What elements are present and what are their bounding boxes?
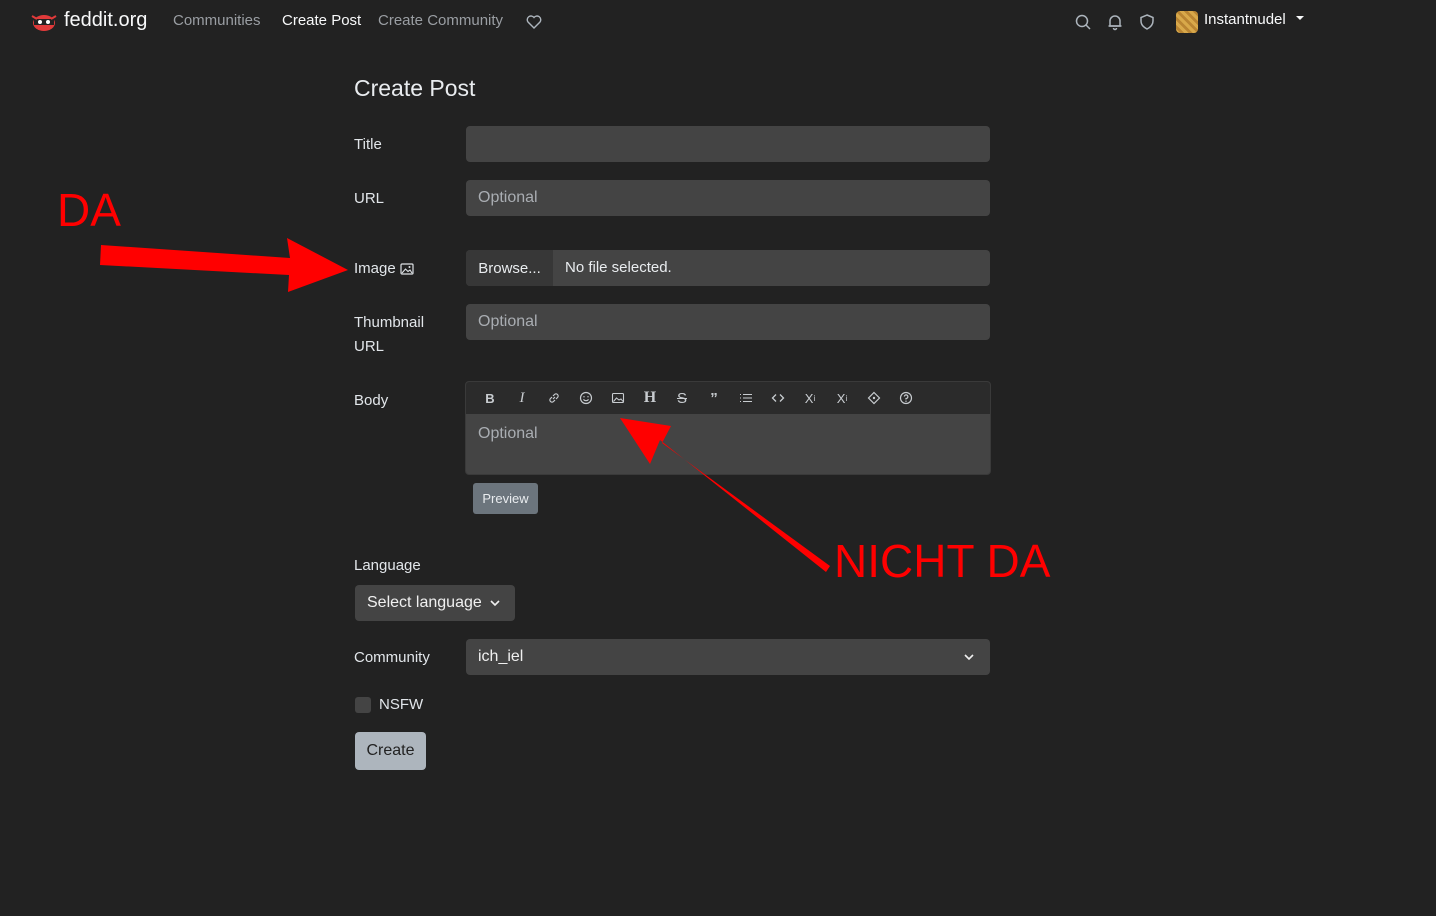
da-arrow bbox=[100, 238, 348, 292]
strikethrough-icon[interactable]: S bbox=[666, 382, 698, 414]
quote-icon[interactable]: ” bbox=[698, 382, 730, 414]
bold-icon[interactable]: B bbox=[474, 382, 506, 414]
bell-icon[interactable] bbox=[1106, 13, 1124, 31]
italic-icon[interactable]: I bbox=[506, 382, 538, 414]
chevron-down-icon bbox=[490, 600, 500, 607]
community-select[interactable]: ich_iel bbox=[466, 639, 990, 675]
body-editor: B I H S ” Xi Xi Optional bbox=[465, 381, 991, 475]
subscript-icon[interactable]: Xi bbox=[794, 382, 826, 414]
body-label: Body bbox=[354, 392, 389, 409]
nsfw-label: NSFW bbox=[379, 696, 424, 713]
user-menu-caret-icon[interactable] bbox=[1296, 16, 1304, 20]
image-icon bbox=[400, 263, 414, 275]
nav-create-post[interactable]: Create Post bbox=[282, 12, 361, 29]
url-label: URL bbox=[354, 190, 385, 207]
image-label: Image bbox=[354, 257, 414, 281]
image-file-input[interactable]: Browse... No file selected. bbox=[466, 250, 990, 286]
spoiler-icon[interactable] bbox=[858, 382, 890, 414]
annotation-da: DA bbox=[57, 184, 121, 236]
brand-name: feddit.org bbox=[64, 9, 148, 31]
thumbnail-label-line2: URL bbox=[354, 338, 385, 355]
help-icon[interactable] bbox=[890, 382, 922, 414]
link-icon[interactable] bbox=[538, 382, 570, 414]
thumbnail-label-line1: Thumbnail bbox=[354, 314, 425, 331]
avatar[interactable] bbox=[1176, 11, 1198, 33]
page-title: Create Post bbox=[354, 75, 476, 101]
feddit-logo-icon bbox=[31, 14, 57, 31]
nav-communities[interactable]: Communities bbox=[173, 12, 261, 29]
language-select-value: Select language bbox=[367, 594, 482, 611]
community-select-value: ich_iel bbox=[478, 648, 524, 665]
user-name[interactable]: Instantnudel bbox=[1204, 11, 1286, 28]
file-status-text: No file selected. bbox=[565, 259, 672, 276]
url-input[interactable] bbox=[466, 180, 990, 216]
image-icon[interactable] bbox=[602, 382, 634, 414]
thumbnail-url-input[interactable] bbox=[466, 304, 990, 340]
header-icon[interactable]: H bbox=[634, 382, 666, 414]
nav-create-community[interactable]: Create Community bbox=[378, 12, 503, 29]
search-icon[interactable] bbox=[1074, 13, 1092, 31]
annotation-nicht-da: NICHT DA bbox=[834, 535, 1051, 587]
heart-icon[interactable] bbox=[526, 14, 542, 30]
image-label-text: Image bbox=[354, 260, 396, 277]
browse-button[interactable]: Browse... bbox=[466, 250, 553, 286]
chevron-down-icon bbox=[964, 654, 974, 661]
community-label: Community bbox=[354, 649, 430, 666]
body-textarea[interactable]: Optional bbox=[466, 414, 990, 454]
create-button[interactable]: Create bbox=[355, 732, 426, 770]
code-icon[interactable] bbox=[762, 382, 794, 414]
navbar: feddit.org Communities Create Post Creat… bbox=[0, 0, 1436, 44]
title-input[interactable] bbox=[466, 126, 990, 162]
title-label: Title bbox=[354, 136, 382, 153]
emoji-icon[interactable] bbox=[570, 382, 602, 414]
list-icon[interactable] bbox=[730, 382, 762, 414]
editor-toolbar: B I H S ” Xi Xi bbox=[466, 382, 990, 414]
preview-button[interactable]: Preview bbox=[473, 483, 538, 514]
language-label: Language bbox=[354, 557, 421, 574]
superscript-icon[interactable]: Xi bbox=[826, 382, 858, 414]
shield-icon[interactable] bbox=[1138, 13, 1156, 31]
brand-link[interactable]: feddit.org bbox=[28, 9, 147, 32]
nsfw-checkbox[interactable] bbox=[355, 697, 371, 713]
